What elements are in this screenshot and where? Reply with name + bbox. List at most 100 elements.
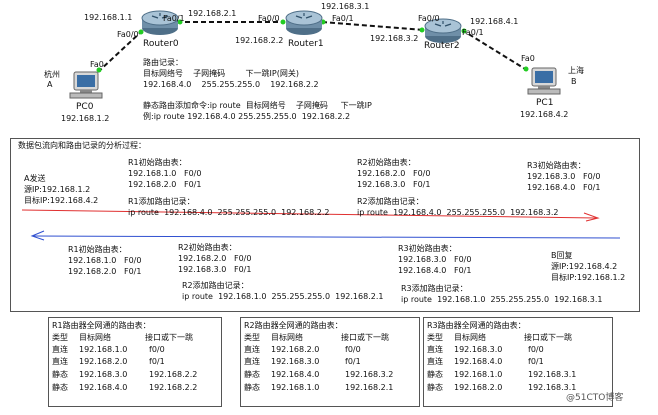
r2-add-title: R2添加路由记录： (357, 197, 424, 206)
route-note-title: 路由记录： (143, 58, 183, 67)
port-dot (138, 29, 144, 35)
port-dot (523, 66, 529, 72)
table-cell: f0/0 (149, 345, 165, 354)
r3-add-b-title: R3添加路由记录： (401, 284, 468, 293)
table-cell: 直连 (427, 357, 443, 366)
table-head: 接口或下一跳 (341, 333, 389, 342)
route-note-cmd-header: 静态路由添加命令:ip route 目标网络号 子网掩码 下一跳IP (143, 101, 372, 110)
router2-label: Router2 (424, 41, 460, 51)
table-cell: 192.168.3.0 (454, 345, 503, 354)
r1-table-title: R1路由器全网通的路由表： (52, 321, 151, 330)
route-note-cmd-example: 例:ip route 192.168.4.0 255.255.255.0 192… (143, 112, 351, 121)
watermark: @51CTO博客 (566, 393, 624, 403)
table-cell: 192.168.3.1 (528, 370, 577, 379)
r2-init-b-row: 192.168.3.0 F0/1 (178, 265, 252, 274)
r1-init-b-row: 192.168.1.0 F0/0 (68, 256, 142, 265)
r3-init-b-row: 192.168.3.0 F0/0 (398, 255, 472, 264)
table-cell: f0/1 (528, 357, 544, 366)
r2-init-row: 192.168.3.0 F0/1 (357, 180, 431, 189)
table-cell: 192.168.3.0 (79, 370, 128, 379)
router1-label: Router1 (288, 39, 324, 49)
router1-icon[interactable] (285, 10, 323, 35)
table-cell: 192.168.4.0 (454, 357, 503, 366)
table-cell: 192.168.3.0 (271, 357, 320, 366)
table-cell: 192.168.2.0 (454, 383, 503, 392)
b-reply-src: 源IP:192.168.4.2 (551, 262, 618, 271)
table-cell: 192.168.3.1 (528, 383, 577, 392)
r3-init-row: 192.168.3.0 F0/0 (527, 172, 601, 181)
b-reply-dst: 目标IP:192.168.1.2 (551, 273, 626, 282)
pc0-city: 杭州 (44, 70, 60, 79)
port-dot (419, 27, 425, 33)
table-cell: 192.168.2.1 (345, 383, 394, 392)
table-head: 目标网络 (271, 333, 303, 342)
router0-ip-left: 192.168.1.1 (84, 13, 133, 22)
router2-ip-right: 192.168.4.1 (470, 17, 519, 26)
route-note-header: 目标网络号 子网掩码 下一跳IP(网关) (143, 69, 299, 78)
table-cell: 192.168.1.0 (79, 345, 128, 354)
pc0-icon[interactable] (69, 71, 103, 99)
table-cell: 直连 (244, 345, 260, 354)
table-cell: 192.168.3.2 (345, 370, 394, 379)
pc1-tag: B (571, 77, 577, 86)
table-cell: 192.168.2.0 (79, 357, 128, 366)
a-send-dst: 目标IP:192.168.4.2 (24, 196, 99, 205)
table-head: 目标网络 (79, 333, 111, 342)
b-reply-label: B回复 (551, 251, 573, 260)
table-cell: 静态 (52, 383, 68, 392)
pc1-port: Fa0 (521, 54, 535, 63)
table-head: 接口或下一跳 (145, 333, 193, 342)
table-head: 类型 (427, 333, 443, 342)
table-head: 目标网络 (454, 333, 486, 342)
table-cell: 192.168.2.0 (271, 345, 320, 354)
table-cell: 静态 (52, 370, 68, 379)
pc0-label: PC0 (76, 102, 94, 112)
table-cell: 直连 (244, 357, 260, 366)
link-router1-router2 (321, 21, 425, 31)
r1-init-b-row: 192.168.2.0 F0/1 (68, 267, 142, 276)
table-cell: 192.168.2.2 (149, 370, 198, 379)
table-cell: 静态 (427, 370, 443, 379)
r2-full-table: R2路由器全网通的路由表： 类型 目标网络 接口或下一跳 直连 192.168.… (240, 317, 420, 407)
r1-full-table: R1路由器全网通的路由表： 类型 目标网络 接口或下一跳 直连 192.168.… (48, 317, 222, 407)
router1-ip-right: 192.168.3.1 (321, 2, 370, 11)
a-send-src: 源IP:192.168.1.2 (24, 185, 91, 194)
r2-add-b-title: R2添加路由记录： (182, 281, 249, 290)
r1-init-row: 192.168.1.0 F0/0 (128, 169, 202, 178)
diagram-canvas: 192.168.1.1 Fa0/0 Fa0/1 192.168.2.1 Rout… (0, 0, 658, 415)
pc1-icon[interactable] (527, 67, 561, 95)
router1-port-fa00: Fa0/0 (258, 14, 280, 23)
router2-port-fa00: Fa0/0 (418, 14, 440, 23)
table-cell: f0/0 (528, 345, 544, 354)
r3-init-b-row: 192.168.4.0 F0/1 (398, 266, 472, 275)
router0-ip-right: 192.168.2.1 (188, 9, 237, 18)
table-cell: 静态 (427, 383, 443, 392)
table-cell: 静态 (244, 383, 260, 392)
table-cell: 直连 (427, 345, 443, 354)
r3-init-title: R3初始路由表： (527, 161, 586, 170)
router2-ip-left: 192.168.3.2 (370, 34, 419, 43)
table-cell: 直连 (52, 357, 68, 366)
table-cell: f0/1 (149, 357, 165, 366)
r2-init-row: 192.168.2.0 F0/0 (357, 169, 431, 178)
route-note-row: 192.168.4.0 255.255.255.0 192.168.2.2 (143, 80, 319, 89)
r3-add-b-cmd: ip route 192.168.1.0 255.255.255.0 192.1… (401, 295, 603, 304)
table-cell: 192.168.1.0 (271, 383, 320, 392)
r2-init-b-title: R2初始路由表： (178, 243, 237, 252)
r2-table-title: R2路由器全网通的路由表： (244, 321, 343, 330)
r2-add-cmd: ip route 192.168.4.0 255.255.255.0 192.1… (357, 208, 559, 217)
pc0-port: Fa0 (90, 60, 104, 69)
router1-port-fa01: Fa0/1 (332, 14, 354, 23)
pc1-city: 上海 (568, 66, 584, 75)
table-cell: 192.168.1.0 (454, 370, 503, 379)
router2-port-fa01: Fa0/1 (462, 28, 484, 37)
table-cell: f0/0 (345, 345, 361, 354)
r1-init-title: R1初始路由表： (128, 158, 187, 167)
table-head: 类型 (52, 333, 68, 342)
table-cell: 192.168.4.0 (79, 383, 128, 392)
table-head: 接口或下一跳 (524, 333, 572, 342)
r3-table-title: R3路由器全网通的路由表： (427, 321, 526, 330)
r2-init-title: R2初始路由表： (357, 158, 416, 167)
router1-ip-left: 192.168.2.2 (235, 36, 284, 45)
analysis-title: 数据包流向和路由记录的分析过程： (18, 141, 146, 150)
